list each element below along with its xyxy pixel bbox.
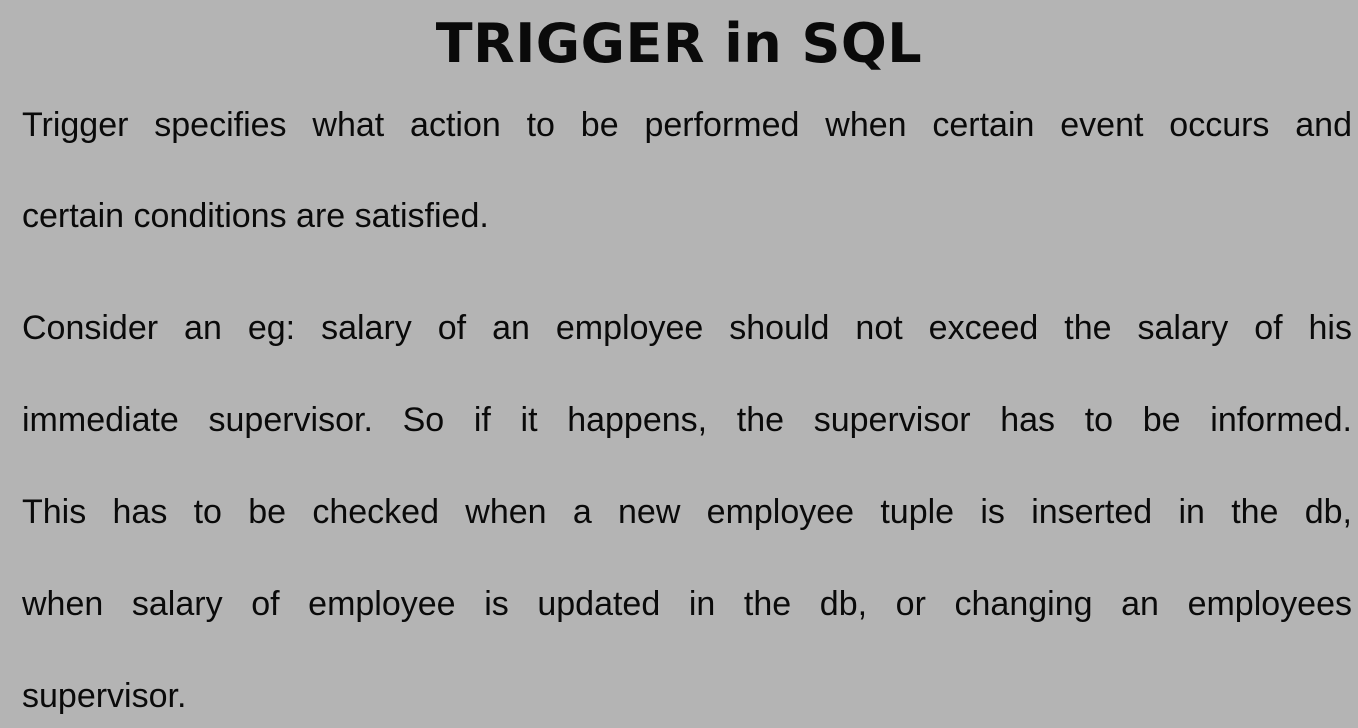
paragraph-line: certain conditions are satisfied. bbox=[22, 197, 489, 235]
paragraph-line: This has to be checked when a new employ… bbox=[22, 493, 1352, 531]
paragraph-line: Trigger specifies what action to be perf… bbox=[22, 106, 1352, 144]
paragraph-line: immediate supervisor. So if it happens, … bbox=[22, 401, 1352, 439]
paragraph-line: Consider an eg: salary of an employee sh… bbox=[22, 309, 1352, 347]
slide: TRIGGER in SQL Trigger specifies what ac… bbox=[0, 0, 1358, 728]
slide-title: TRIGGER in SQL bbox=[435, 12, 923, 75]
paragraph-line: when salary of employee is updated in th… bbox=[22, 585, 1352, 623]
paragraph-line: supervisor. bbox=[22, 677, 187, 715]
